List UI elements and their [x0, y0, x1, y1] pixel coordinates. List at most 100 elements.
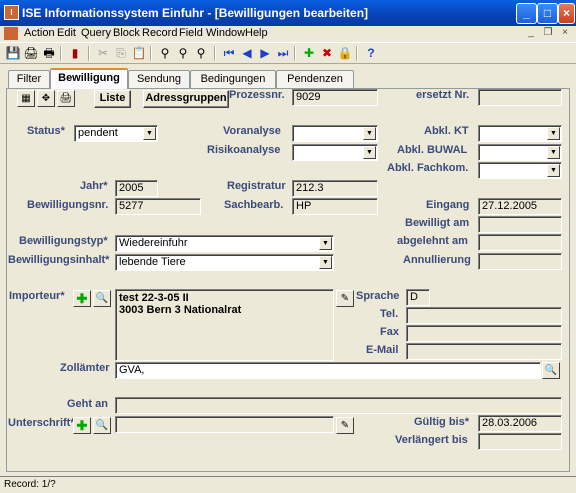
annullierung-field[interactable]	[478, 253, 562, 270]
calendar-icon[interactable]: ▦	[17, 90, 35, 107]
maximize-button[interactable]: □	[537, 3, 558, 24]
chevron-down-icon[interactable]: ▼	[363, 127, 376, 140]
mdi-close-icon[interactable]: ×	[558, 27, 572, 40]
registratur-field[interactable]: 212.3	[292, 180, 378, 197]
sprache-field[interactable]: D	[406, 289, 430, 306]
sachbearb-field[interactable]: HP	[292, 198, 378, 215]
menu-edit[interactable]: Edit	[57, 27, 76, 39]
cancel-query-icon[interactable]: ⚲	[192, 45, 210, 62]
importeur-line2: 3003 Bern 3 Nationalrat	[119, 304, 242, 316]
window-title: ISE Informationssystem Einfuhr - [Bewill…	[22, 6, 369, 20]
abkl-fachkom-select[interactable]: ▼	[478, 162, 562, 179]
tab-pendenzen[interactable]: Pendenzen	[276, 70, 354, 88]
adressgruppen-button[interactable]: Adressgruppen	[143, 90, 229, 108]
title-bar: I ISE Informationssystem Einfuhr - [Bewi…	[0, 0, 576, 26]
tel-field[interactable]	[406, 307, 562, 324]
first-record-icon[interactable]: ⏮	[220, 45, 238, 62]
menu-help[interactable]: Help	[245, 27, 268, 39]
abkl-fachkom-label: Abkl. Fachkom.	[387, 162, 469, 174]
voranalyse-select[interactable]: ▼	[292, 125, 378, 142]
unterschrift-field[interactable]	[115, 416, 334, 433]
exit-icon[interactable]: ▮	[66, 45, 84, 62]
menu-window[interactable]: Window	[206, 27, 245, 39]
minimize-button[interactable]: _	[516, 3, 537, 24]
next-record-icon[interactable]: ▶	[256, 45, 274, 62]
tab-bedingungen[interactable]: Bedingungen	[190, 70, 276, 88]
fax-field[interactable]	[406, 325, 562, 342]
toolbar: 💾 🖨 🖶 ▮ ✂ ⎘ 📋 ⚲ ⚲ ⚲ ⏮ ◀ ▶ ⏭ ✚ ✖ 🔒 ?	[0, 42, 576, 64]
print-icon[interactable]: 🖨	[22, 45, 40, 62]
eingang-label: Eingang	[426, 199, 470, 211]
abkl-kt-select[interactable]: ▼	[478, 125, 562, 142]
search-importeur-icon[interactable]: 🔍	[93, 290, 111, 307]
search-zollaemter-icon[interactable]: 🔍	[542, 362, 560, 379]
add-unterschrift-icon[interactable]: ✚	[73, 417, 91, 434]
chevron-down-icon[interactable]: ▼	[319, 256, 332, 269]
risikoanalyse-select[interactable]: ▼	[292, 144, 378, 161]
tab-sendung[interactable]: Sendung	[128, 70, 190, 88]
copy-icon[interactable]: ⎘	[112, 45, 130, 62]
importeur-address[interactable]: test 22-3-05 II 3003 Bern 3 Nationalrat	[115, 289, 334, 361]
bewilligungsinhalt-select[interactable]: lebende Tiere ▼	[115, 254, 334, 271]
execute-query-icon[interactable]: ⚲	[174, 45, 192, 62]
chevron-down-icon[interactable]: ▼	[547, 164, 560, 177]
gueltig-bis-field[interactable]: 28.03.2006	[478, 415, 562, 432]
menu-query[interactable]: Query	[81, 27, 111, 39]
abkl-buwal-select[interactable]: ▼	[478, 144, 562, 161]
verlaengert-bis-label: Verlängert bis	[395, 434, 468, 446]
menu-field[interactable]: Field	[179, 27, 203, 39]
jahr-label: Jahr*	[80, 180, 108, 192]
edit-importeur-icon[interactable]: ✎	[336, 290, 354, 307]
importeur-label: Importeur*	[9, 290, 65, 302]
printer-icon[interactable]: 🖨	[57, 90, 75, 107]
bewilligungstyp-select[interactable]: Wiedereinfuhr ▼	[115, 235, 334, 252]
eingang-field[interactable]: 27.12.2005	[478, 198, 562, 215]
save-icon[interactable]: 💾	[4, 45, 22, 62]
chevron-down-icon[interactable]: ▼	[547, 127, 560, 140]
add-importeur-icon[interactable]: ✚	[73, 290, 91, 307]
liste-button[interactable]: Liste	[94, 90, 131, 108]
tel-label: Tel.	[380, 308, 399, 320]
paste-icon[interactable]: 📋	[130, 45, 148, 62]
chevron-down-icon[interactable]: ▼	[547, 146, 560, 159]
previous-record-icon[interactable]: ◀	[238, 45, 256, 62]
delete-record-icon[interactable]: ✖	[318, 45, 336, 62]
verlaengert-bis-field[interactable]	[478, 433, 562, 450]
geht-an-field[interactable]	[115, 397, 562, 414]
mdi-minimize-icon[interactable]: _	[524, 27, 538, 40]
bewilligungsnr-field[interactable]: 5277	[115, 198, 201, 215]
query-icon[interactable]: ⚲	[156, 45, 174, 62]
mdi-restore-icon[interactable]: ❐	[541, 27, 555, 40]
move-icon[interactable]: ✥	[37, 90, 55, 107]
close-button[interactable]: ×	[558, 3, 575, 24]
menu-action[interactable]: Action	[24, 27, 55, 39]
prozessnr-field[interactable]: 9029	[292, 89, 378, 106]
tab-filter[interactable]: Filter	[8, 70, 50, 88]
last-record-icon[interactable]: ⏭	[274, 45, 292, 62]
doc-icon[interactable]	[4, 27, 18, 40]
gueltig-bis-label: Gültig bis*	[414, 416, 469, 428]
insert-record-icon[interactable]: ✚	[300, 45, 318, 62]
search-unterschrift-icon[interactable]: 🔍	[93, 417, 111, 434]
ersetzt-field[interactable]	[478, 89, 562, 106]
tab-bewilligung[interactable]: Bewilligung	[50, 68, 128, 89]
abgelehnt-am-field[interactable]	[478, 234, 562, 251]
zollaemter-field[interactable]: GVA,	[115, 362, 541, 379]
status-select[interactable]: pendent ▼	[74, 125, 158, 142]
help-icon[interactable]: ?	[362, 45, 380, 62]
print-preview-icon[interactable]: 🖶	[40, 45, 58, 62]
jahr-field[interactable]: 2005	[115, 180, 158, 197]
menu-record[interactable]: Record	[142, 27, 177, 39]
chevron-down-icon[interactable]: ▼	[319, 237, 332, 250]
annullierung-label: Annullierung	[403, 254, 471, 266]
chevron-down-icon[interactable]: ▼	[143, 127, 156, 140]
bewilligt-am-field[interactable]	[478, 216, 562, 233]
menu-block[interactable]: Block	[113, 27, 140, 39]
cut-icon[interactable]: ✂	[94, 45, 112, 62]
lock-record-icon[interactable]: 🔒	[336, 45, 354, 62]
email-field[interactable]	[406, 343, 562, 360]
chevron-down-icon[interactable]: ▼	[363, 146, 376, 159]
status-value: pendent	[78, 127, 118, 139]
voranalyse-label: Voranalyse	[223, 125, 281, 137]
edit-unterschrift-icon[interactable]: ✎	[336, 417, 354, 434]
